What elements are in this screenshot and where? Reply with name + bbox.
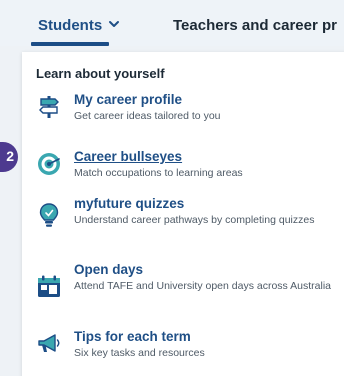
menu-item-title[interactable]: myfuture quizzes <box>74 196 184 211</box>
nav-students-menu[interactable]: Students <box>38 17 120 34</box>
step-number: 2 <box>6 148 14 164</box>
calendar-icon <box>38 275 60 297</box>
chevron-down-icon <box>109 21 120 27</box>
lightbulb-icon <box>39 203 59 227</box>
page: Students Teachers and career pr Learn ab… <box>0 0 344 376</box>
menu-item-description: Attend TAFE and University open days acr… <box>74 280 331 292</box>
menu-item-tips-for-each-term[interactable]: Tips for each term Six key tasks and res… <box>36 329 336 363</box>
menu-item-description: Match occupations to learning areas <box>74 167 243 179</box>
menu-item-description: Get career ideas tailored to you <box>74 110 221 122</box>
menu-item-title[interactable]: Open days <box>74 262 143 277</box>
active-nav-indicator <box>31 42 109 46</box>
menu-item-career-bullseyes[interactable]: Career bullseyes Match occupations to le… <box>36 149 336 183</box>
nav-students-label: Students <box>38 17 103 34</box>
megaphone-icon <box>38 334 60 352</box>
section-heading: Learn about yourself <box>36 66 165 81</box>
menu-item-title[interactable]: Career bullseyes <box>74 149 182 164</box>
menu-item-description: Six key tasks and resources <box>74 347 205 359</box>
menu-item-my-career-profile[interactable]: My career profile Get career ideas tailo… <box>36 92 336 126</box>
signpost-icon <box>39 96 59 118</box>
bullseye-icon <box>38 153 60 175</box>
menu-item-title[interactable]: Tips for each term <box>74 329 191 344</box>
top-navigation: Students Teachers and career pr <box>0 0 344 46</box>
nav-teachers-menu[interactable]: Teachers and career pr <box>173 17 337 34</box>
students-dropdown-menu: Learn about yourself My career profile G… <box>22 52 344 376</box>
menu-item-open-days[interactable]: Open days Attend TAFE and University ope… <box>36 262 336 310</box>
menu-item-myfuture-quizzes[interactable]: myfuture quizzes Understand career pathw… <box>36 196 336 244</box>
menu-item-description: Understand career pathways by completing… <box>74 214 315 226</box>
step-number-badge: 2 <box>0 142 18 172</box>
menu-item-title[interactable]: My career profile <box>74 92 182 107</box>
